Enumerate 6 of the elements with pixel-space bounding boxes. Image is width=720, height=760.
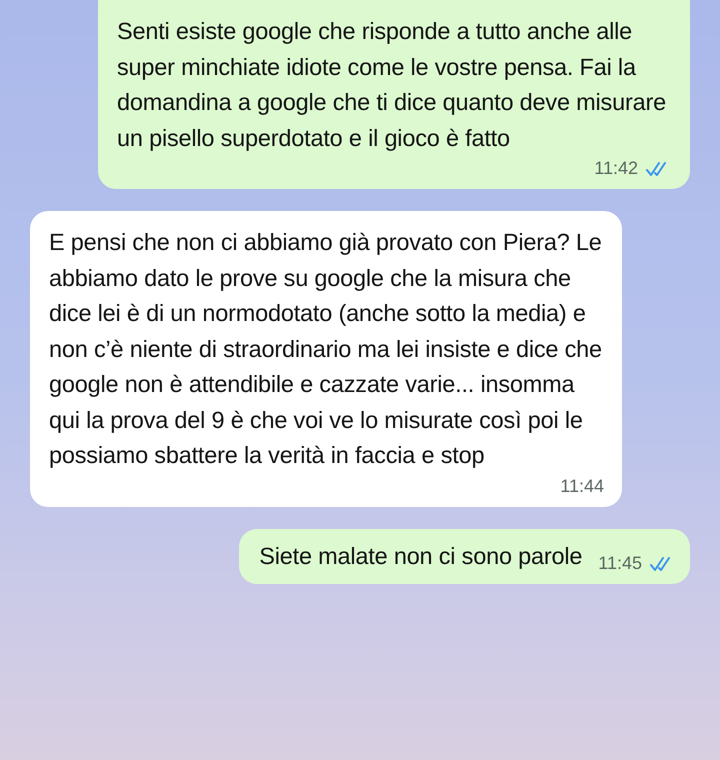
message-time: 11:42: [594, 158, 638, 179]
message-text: E pensi che non ci abbiamo già provato con Piera? Le abbiamo dato le prove su google che la misura che dice lei è di un normodotato (anche sotto la media) e non c’è niente di straordinario ma lei insiste e dice che google non è attendibile e cazzate varie... insomma qui la prova del 9 è che voi ve lo misurate così poi le possiamo sbattere la verità in faccia e stop: [49, 228, 603, 470]
message-time: 11:45: [598, 553, 642, 574]
message-time: 11:44: [560, 476, 604, 496]
message-text: Senti esiste google che risponde a tutto anche alle super minchiate idiote come le vostre pensa. Fai la domandina a google che ti dice quanto deve misurare un pisello superdotato e il gioco è fatto: [117, 17, 667, 153]
message-text: Siete malate non ci sono parole: [259, 542, 582, 571]
